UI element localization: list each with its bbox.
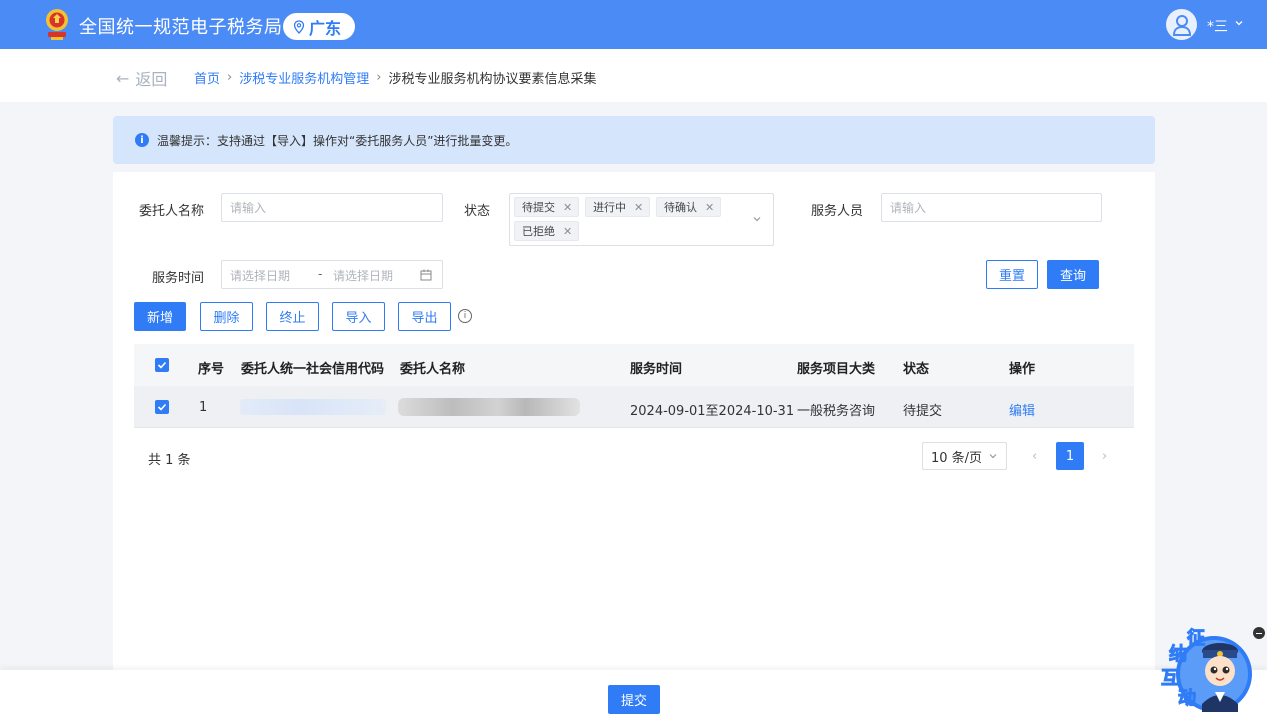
top-bar: 全国统一规范电子税务局 广东 *三 [0,0,1267,49]
status-tag: 已拒绝 ✕ [514,221,580,241]
chevron-down-icon [989,454,997,459]
status-tag: 进行中 ✕ [585,197,651,217]
redacted-client-name [398,398,580,416]
user-icon [1172,14,1191,36]
status-tag-label: 已拒绝 [522,225,555,238]
breadcrumb-separator-icon: › [376,70,382,85]
checkmark-icon [157,403,167,411]
row-service-time: 2024-09-01至2024-10-31 [630,404,795,419]
reset-button[interactable]: 重置 [986,260,1038,289]
date-separator: - [318,267,323,281]
breadcrumb-agency-management[interactable]: 涉税专业服务机构管理 [239,68,369,87]
arrow-left-icon: ← [116,68,130,88]
close-icon[interactable]: ✕ [563,201,572,214]
row-status: 待提交 [903,404,943,419]
info-icon[interactable]: i [458,309,472,323]
region-label: 广东 [309,18,342,38]
service-staff-input[interactable]: 请输入 [881,193,1102,222]
calendar-icon [420,269,432,281]
column-header-status: 状态 [903,362,930,377]
client-name-input[interactable]: 请输入 [221,193,443,222]
mascot-char: 互 [1161,668,1180,690]
redacted-credit-code [240,399,386,415]
end-date-input[interactable]: 请选择日期 [333,267,393,284]
breadcrumb-home[interactable]: 首页 [194,68,220,87]
submit-button[interactable]: 提交 [608,685,660,714]
row-index: 1 [199,400,208,415]
checkmark-icon [157,361,167,369]
edit-link[interactable]: 编辑 [1009,400,1035,419]
terminate-button[interactable]: 终止 [266,302,319,331]
chevron-down-icon[interactable] [752,214,762,224]
row-category: 一般税务咨询 [797,404,876,419]
prev-page-icon[interactable]: ‹ [1032,449,1037,464]
site-title: 全国统一规范电子税务局 [79,17,283,38]
import-button[interactable]: 导入 [332,302,385,331]
info-icon: i [135,133,149,147]
page-size-select[interactable]: 10 条/页 [922,442,1007,470]
status-tag: 待确认 ✕ [656,197,722,217]
location-pin-icon [293,19,305,34]
mascot-close-icon[interactable] [1253,627,1265,639]
breadcrumb-current: 涉税专业服务机构协议要素信息采集 [388,72,597,87]
status-tag-label: 待提交 [522,201,555,214]
date-range-picker[interactable]: 请选择日期 - 请选择日期 [221,260,443,289]
query-button[interactable]: 查询 [1047,260,1099,289]
mascot-char: 纳 [1169,644,1188,666]
breadcrumb-separator-icon: › [227,70,233,85]
column-header-service-time: 服务时间 [630,362,683,377]
status-tag: 待提交 ✕ [514,197,580,217]
back-button[interactable]: ← 返回 [116,66,167,90]
page-number-button[interactable]: 1 [1056,442,1084,470]
add-button[interactable]: 新增 [134,302,186,331]
column-header-category: 服务项目大类 [797,362,876,377]
status-tag-label: 进行中 [593,201,626,214]
user-avatar[interactable] [1166,9,1197,40]
breadcrumb-bar [0,49,1267,102]
region-selector[interactable]: 广东 [283,13,356,40]
page-size-label: 10 条/页 [931,450,983,466]
column-header-credit-code: 委托人统一社会信用代码 [241,362,385,377]
status-label: 状态 [464,204,491,219]
column-header-index: 序号 [198,362,225,377]
service-time-label: 服务时间 [152,271,205,286]
column-header-action: 操作 [1009,362,1036,377]
tax-bureau-emblem-icon [46,9,68,40]
service-staff-label: 服务人员 [811,204,864,219]
back-label: 返回 [135,70,168,89]
breadcrumb: 首页 › 涉税专业服务机构管理 › 涉税专业服务机构协议要素信息采集 [194,68,596,87]
select-all-checkbox[interactable] [155,358,169,372]
column-header-client-name: 委托人名称 [400,362,466,377]
notice-text: 温馨提示：支持通过【导入】操作对“委托服务人员”进行批量变更。 [157,133,518,148]
mascot-char: 动 [1178,688,1197,710]
close-icon[interactable]: ✕ [563,225,572,238]
next-page-icon[interactable]: › [1102,449,1107,464]
export-button[interactable]: 导出 [398,302,451,331]
notice-banner: i 温馨提示：支持通过【导入】操作对“委托服务人员”进行批量变更。 [113,116,1155,164]
client-name-label: 委托人名称 [139,204,205,219]
chevron-down-icon[interactable] [1234,18,1244,28]
start-date-input[interactable]: 请选择日期 [230,267,290,284]
close-icon[interactable]: ✕ [705,201,714,214]
delete-button[interactable]: 删除 [200,302,253,331]
user-name[interactable]: *三 [1207,16,1228,36]
row-checkbox[interactable] [155,400,169,414]
status-tag-label: 待确认 [664,201,697,214]
mascot-char: 征 [1187,628,1206,650]
close-icon[interactable]: ✕ [634,201,643,214]
total-count: 共 1 条 [148,453,191,468]
